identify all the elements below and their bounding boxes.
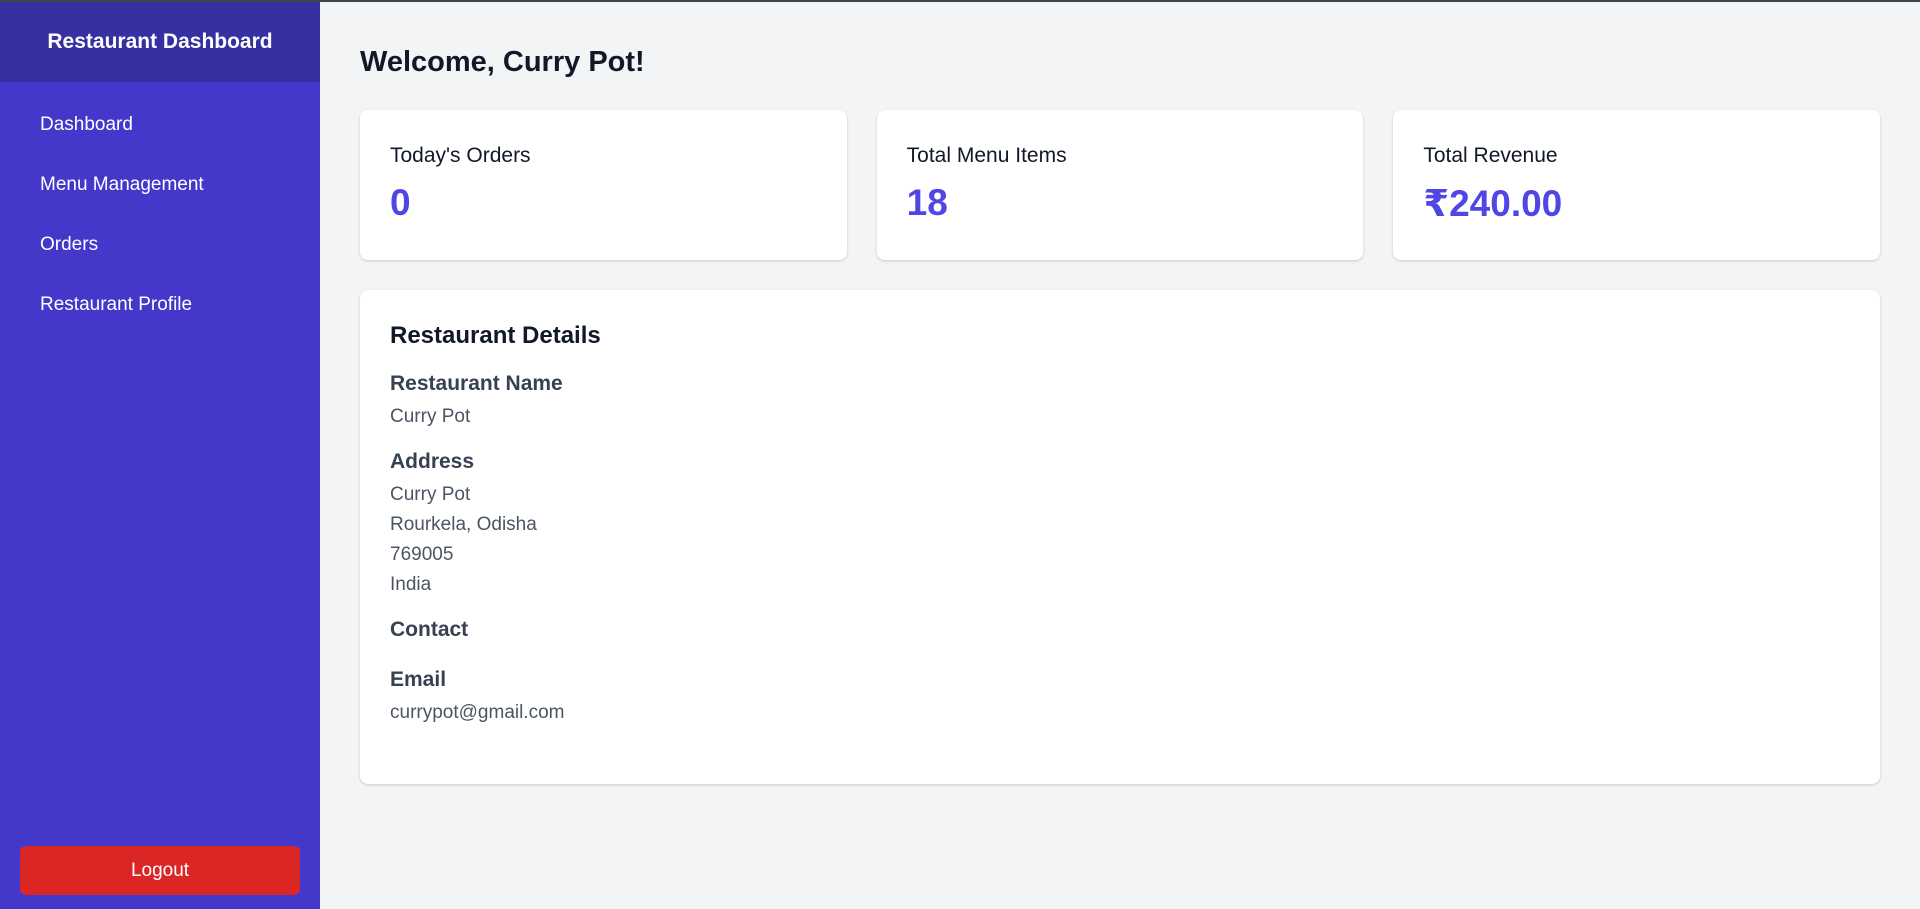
stat-value: ₹240.00 — [1423, 183, 1563, 224]
sidebar-nav: Dashboard Menu Management Orders Restaur… — [0, 82, 320, 342]
address-line: 769005 — [390, 544, 454, 565]
stat-label: Total Revenue — [1423, 144, 1558, 167]
sidebar: Restaurant Dashboard Dashboard Menu Mana… — [0, 2, 320, 909]
stat-card-total-menu-items: Total Menu Items 18 — [876, 110, 1364, 260]
sidebar-item-dashboard[interactable]: Dashboard — [0, 102, 320, 162]
address-section: Address Curry Pot Rourkela, Odisha 76900… — [390, 450, 1850, 600]
address-line: Rourkela, Odisha — [390, 514, 537, 535]
page-title: Welcome, Curry Pot! — [360, 46, 645, 78]
stats-cards: Today's Orders 0 Total Menu Items 18 Tot… — [360, 110, 1881, 260]
email-value: currypot@gmail.com — [390, 702, 565, 723]
restaurant-details-panel: Restaurant Details Restaurant Name Curry… — [360, 290, 1880, 784]
restaurant-name-value: Curry Pot — [390, 406, 471, 427]
address-line: India — [390, 574, 432, 595]
sidebar-item-orders[interactable]: Orders — [0, 222, 320, 282]
sidebar-title: Restaurant Dashboard — [0, 2, 320, 82]
restaurant-name-section: Restaurant Name Curry Pot — [390, 372, 1850, 432]
contact-label: Contact — [390, 618, 469, 641]
sidebar-item-menu-management[interactable]: Menu Management — [0, 162, 320, 222]
logout-button[interactable]: Logout — [20, 846, 300, 895]
contact-section: Contact — [390, 618, 1850, 642]
main-content: Welcome, Curry Pot! Today's Orders 0 Tot… — [320, 2, 1920, 909]
address-line: Curry Pot — [390, 484, 471, 505]
stat-card-todays-orders: Today's Orders 0 — [360, 110, 847, 260]
email-section: Email currypot@gmail.com — [390, 668, 1850, 728]
restaurant-name-label: Restaurant Name — [390, 372, 563, 395]
stat-value: 18 — [906, 182, 948, 223]
stat-value: 0 — [390, 182, 411, 223]
stat-label: Total Menu Items — [906, 144, 1067, 167]
stat-label: Today's Orders — [390, 144, 531, 167]
details-title: Restaurant Details — [390, 322, 601, 349]
sidebar-item-restaurant-profile[interactable]: Restaurant Profile — [0, 282, 320, 342]
stat-card-total-revenue: Total Revenue ₹240.00 — [1393, 110, 1881, 260]
email-label: Email — [390, 668, 447, 691]
address-label: Address — [390, 450, 475, 473]
